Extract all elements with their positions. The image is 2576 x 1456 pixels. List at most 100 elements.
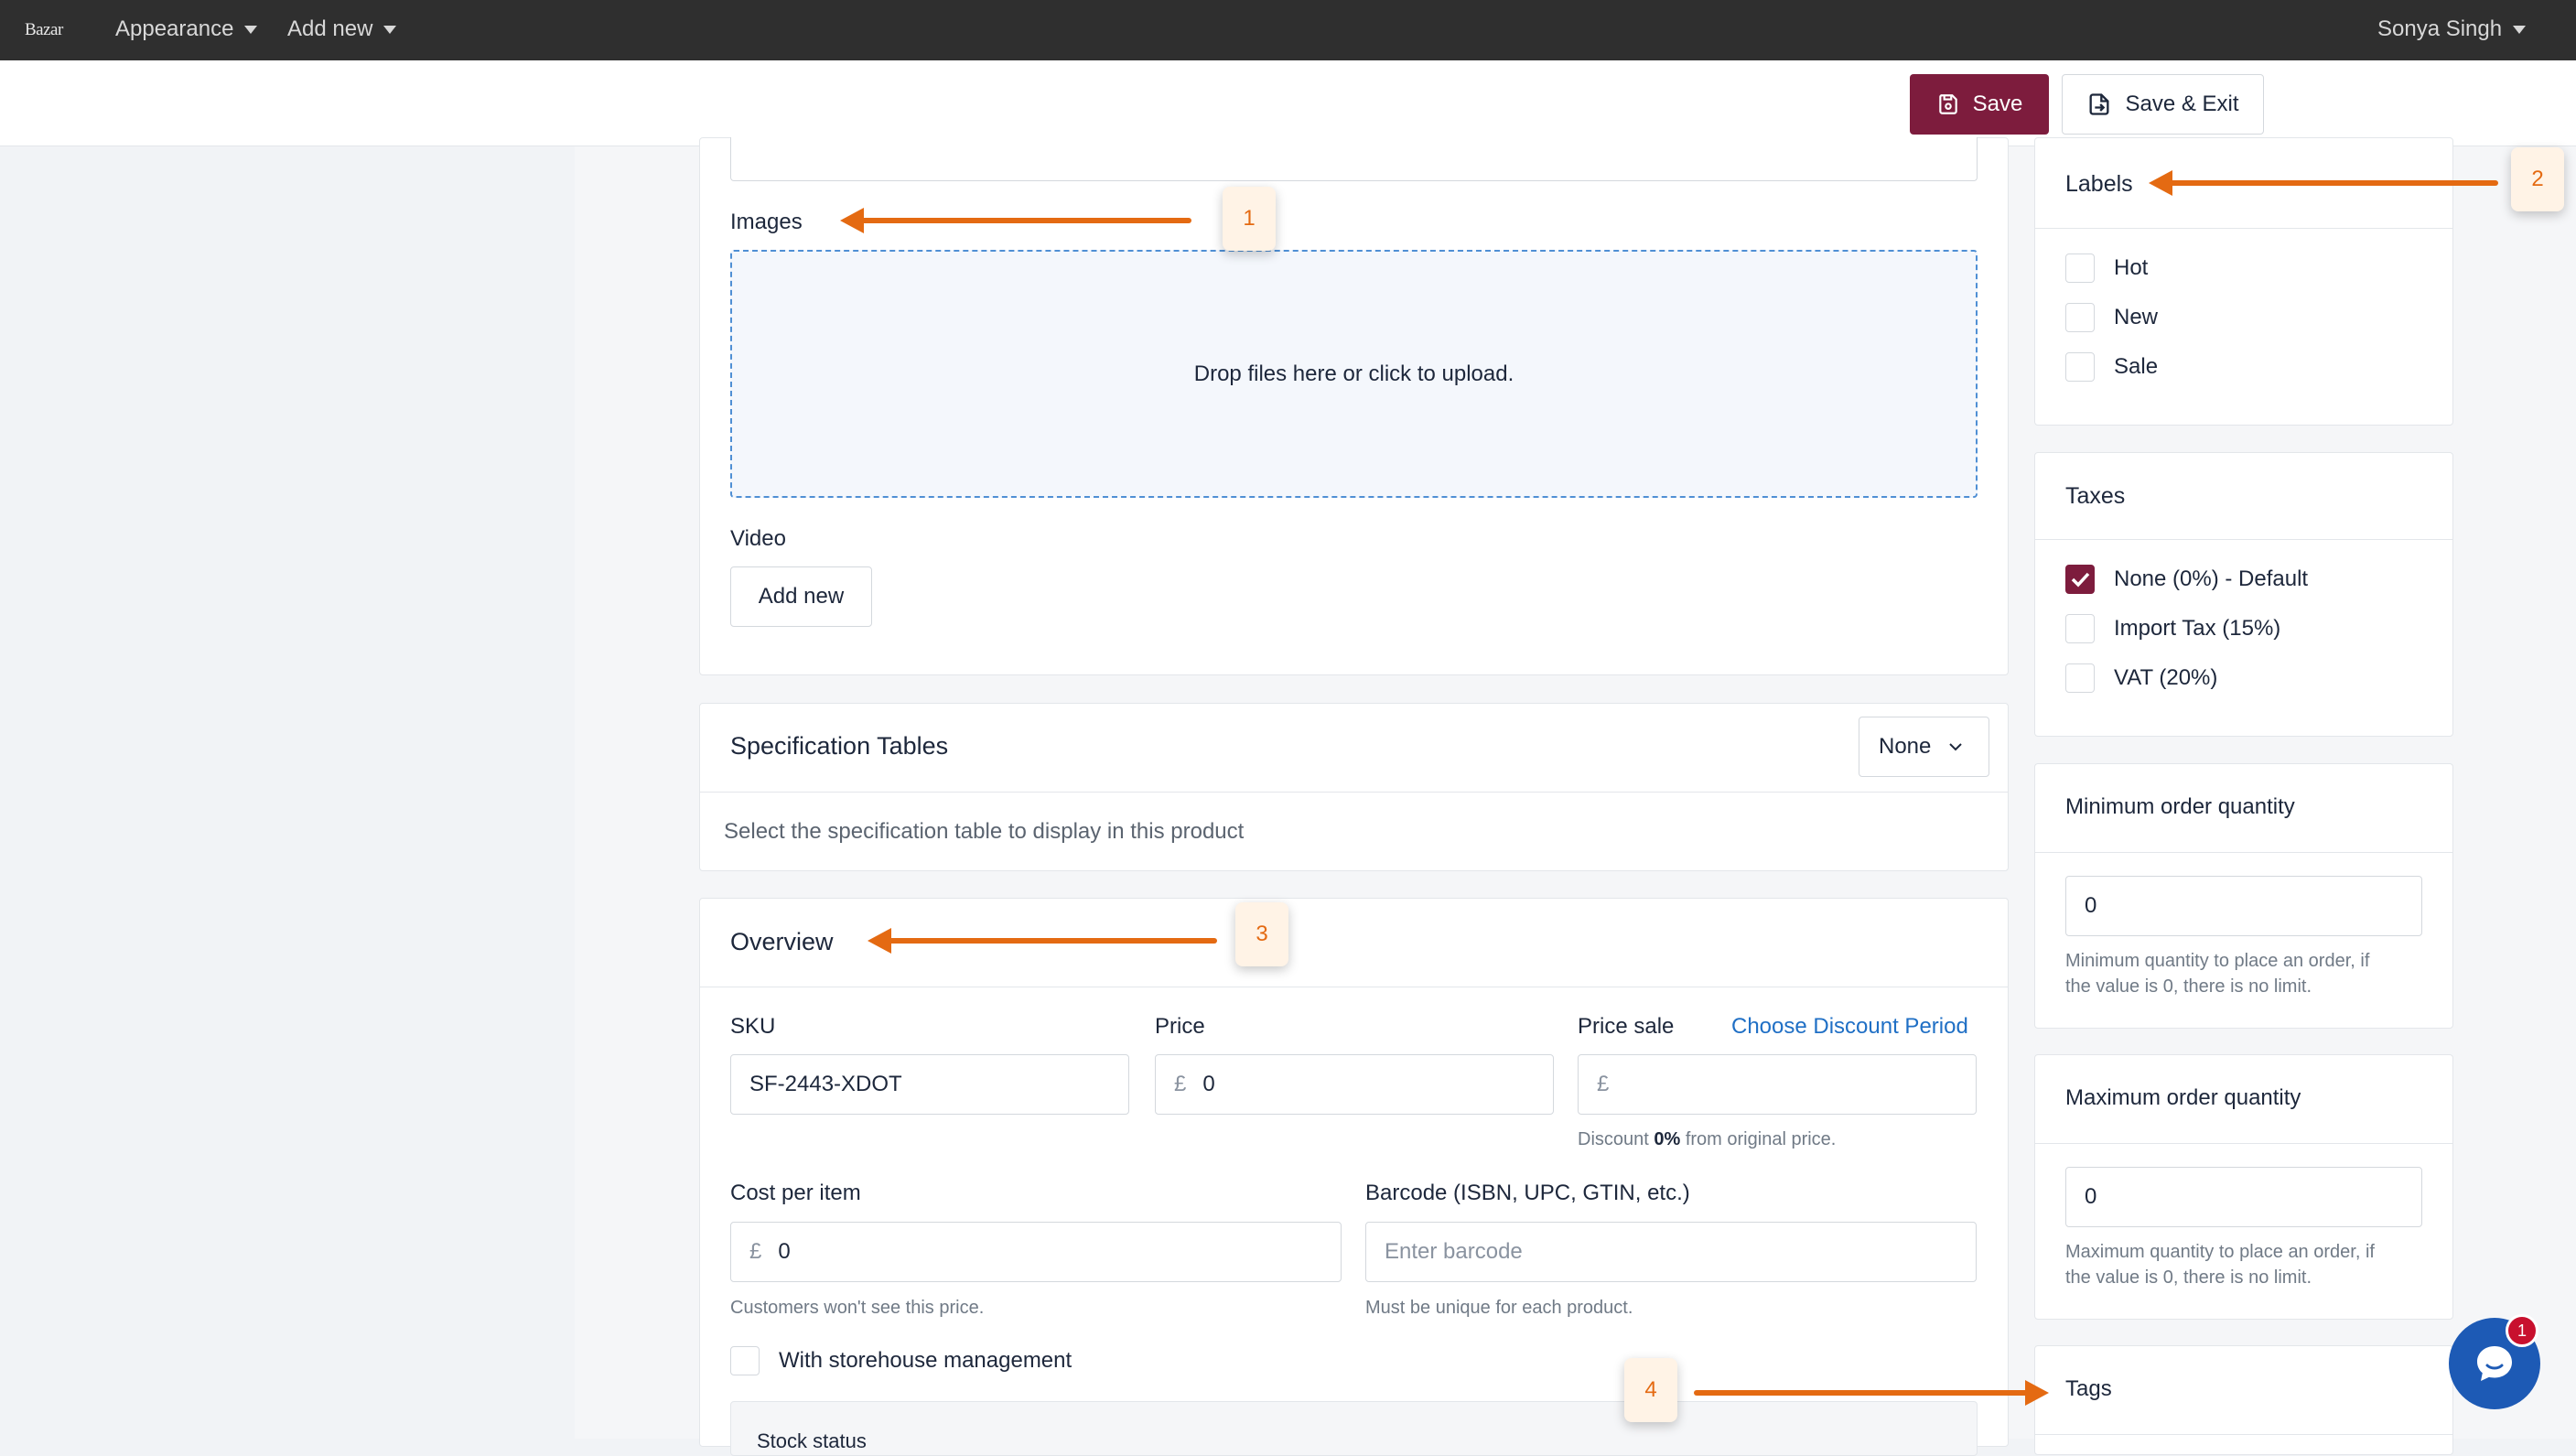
min-order-title: Minimum order quantity xyxy=(2065,794,2295,819)
taxes-title: Taxes xyxy=(2065,483,2126,509)
barcode-placeholder: Enter barcode xyxy=(1385,1239,1523,1264)
save-exit-button[interactable]: Save & Exit xyxy=(2062,74,2264,135)
storehouse-label: With storehouse management xyxy=(779,1348,1072,1373)
user-menu[interactable]: Sonya Singh xyxy=(2377,16,2527,42)
discount-hint: Discount 0% from original price. xyxy=(1578,1127,1836,1152)
annotation-arrow-3 xyxy=(886,938,1217,944)
spec-hint: Select the specification table to displa… xyxy=(724,819,1245,844)
price-value: 0 xyxy=(1202,1072,1215,1096)
save-button[interactable]: Save xyxy=(1910,74,2049,135)
add-video-button[interactable]: Add new xyxy=(730,566,872,627)
image-dropzone[interactable]: Drop files here or click to upload. xyxy=(730,250,1978,498)
annotation-arrow-1 xyxy=(858,218,1191,223)
chat-bubble-icon xyxy=(2477,1346,2512,1381)
price-label: Price xyxy=(1155,1014,1205,1039)
annotation-badge-1: 1 xyxy=(1223,187,1276,251)
discount-suffix: from original price. xyxy=(1685,1129,1837,1149)
price-sale-input[interactable]: £ xyxy=(1578,1054,1977,1115)
min-order-hint-line1: Minimum quantity to place an order, if xyxy=(2065,951,2370,971)
annotation-badge-4: 4 xyxy=(1624,1358,1677,1422)
label-new-checkbox[interactable] xyxy=(2065,303,2095,332)
annotation-badge-3: 3 xyxy=(1235,902,1288,966)
tax-vat-label: VAT (20%) xyxy=(2114,665,2218,690)
save-button-label: Save xyxy=(1972,92,2023,116)
save-exit-label: Save & Exit xyxy=(2125,92,2239,116)
max-order-hint-line1: Maximum quantity to place an order, if xyxy=(2065,1242,2375,1262)
divider xyxy=(2035,539,2452,540)
divider xyxy=(2035,1434,2452,1435)
max-order-hint-line2: the value is 0, there is no limit. xyxy=(2065,1267,2312,1288)
spec-tables-title: Specification Tables xyxy=(730,732,949,760)
menu-appearance-label: Appearance xyxy=(115,16,234,41)
annotation-arrow-4 xyxy=(1694,1390,2032,1396)
stock-status-label: Stock status xyxy=(757,1429,867,1452)
min-order-value: 0 xyxy=(2085,893,2097,918)
arrow-right-icon xyxy=(2025,1380,2049,1406)
price-input[interactable]: £0 xyxy=(1155,1054,1554,1115)
menu-appearance[interactable]: Appearance xyxy=(115,16,258,42)
max-order-input[interactable]: 0 xyxy=(2065,1167,2422,1227)
app-logo[interactable]: Bazar xyxy=(25,20,63,40)
label-hot-checkbox[interactable] xyxy=(2065,253,2095,283)
choose-discount-period-link[interactable]: Choose Discount Period xyxy=(1731,1014,1968,1040)
spec-table-select[interactable]: None xyxy=(1859,717,1989,777)
chevron-down-icon xyxy=(1949,743,1963,751)
top-navbar: Bazar Appearance Add new Sonya Singh xyxy=(0,0,2576,60)
caret-down-icon xyxy=(2513,26,2527,35)
tax-none-label: None (0%) - Default xyxy=(2114,566,2309,591)
stock-status-panel: Stock status xyxy=(730,1401,1978,1456)
caret-down-icon xyxy=(244,26,258,35)
pound-icon: £ xyxy=(1597,1072,1610,1096)
description-editor-bottom[interactable] xyxy=(730,137,1978,181)
annotation-arrow-2 xyxy=(2167,180,2498,186)
sku-input[interactable]: SF-2443-XDOT xyxy=(730,1054,1129,1115)
caret-down-icon xyxy=(383,26,397,35)
chat-notification-badge: 1 xyxy=(2506,1314,2538,1347)
dropzone-text: Drop files here or click to upload. xyxy=(1193,361,1514,386)
video-label: Video xyxy=(730,526,786,551)
discount-percent: 0% xyxy=(1654,1129,1681,1149)
storehouse-checkbox[interactable] xyxy=(730,1346,760,1375)
save-icon xyxy=(1938,94,1957,114)
divider xyxy=(700,792,2008,793)
tax-import-label: Import Tax (15%) xyxy=(2114,616,2281,641)
divider xyxy=(2035,1143,2452,1144)
add-video-label: Add new xyxy=(758,584,845,609)
cost-per-item-label: Cost per item xyxy=(730,1181,861,1205)
tax-import-checkbox[interactable] xyxy=(2065,614,2095,643)
specification-card xyxy=(699,703,2009,871)
check-icon xyxy=(2071,572,2090,588)
pound-icon: £ xyxy=(749,1239,762,1264)
min-order-hint-line2: the value is 0, there is no limit. xyxy=(2065,976,2312,997)
divider xyxy=(2035,228,2452,229)
cost-value: 0 xyxy=(778,1239,791,1264)
images-label: Images xyxy=(730,210,803,234)
max-order-value: 0 xyxy=(2085,1184,2097,1209)
sku-value: SF-2443-XDOT xyxy=(749,1072,902,1096)
divider xyxy=(2035,852,2452,853)
pound-icon: £ xyxy=(1174,1072,1187,1096)
price-sale-label: Price sale xyxy=(1578,1014,1675,1039)
barcode-label: Barcode (ISBN, UPC, GTIN, etc.) xyxy=(1365,1181,1690,1205)
label-sale: Sale xyxy=(2114,354,2159,379)
tax-none-checkbox[interactable] xyxy=(2065,565,2095,594)
labels-title: Labels xyxy=(2065,171,2133,197)
barcode-input[interactable]: Enter barcode xyxy=(1365,1222,1977,1282)
user-name: Sonya Singh xyxy=(2377,16,2503,41)
menu-add-new[interactable]: Add new xyxy=(287,16,397,42)
label-sale-checkbox[interactable] xyxy=(2065,352,2095,382)
discount-prefix: Discount xyxy=(1578,1129,1649,1149)
left-blank-area xyxy=(0,146,575,1439)
cost-per-item-input[interactable]: £0 xyxy=(730,1222,1342,1282)
spec-select-value: None xyxy=(1879,734,1932,759)
cost-hint: Customers won't see this price. xyxy=(730,1298,985,1318)
tax-vat-checkbox[interactable] xyxy=(2065,663,2095,693)
sku-label: SKU xyxy=(730,1014,776,1039)
annotation-badge-2: 2 xyxy=(2511,147,2564,211)
overview-title: Overview xyxy=(730,928,834,955)
label-hot: Hot xyxy=(2114,255,2149,280)
max-order-title: Maximum order quantity xyxy=(2065,1085,2301,1110)
save-exit-icon xyxy=(2089,93,2109,115)
label-new: New xyxy=(2114,305,2159,329)
min-order-input[interactable]: 0 xyxy=(2065,876,2422,936)
